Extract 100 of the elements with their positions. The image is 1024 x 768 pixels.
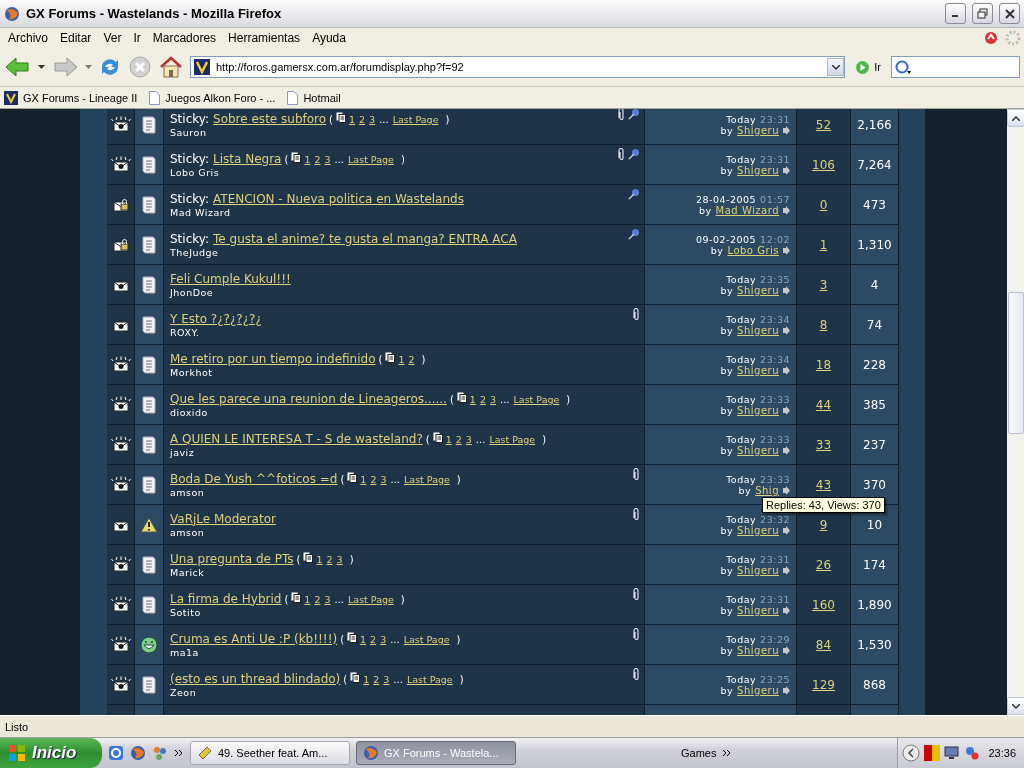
go-to-last-post-icon[interactable] (783, 645, 790, 655)
go-button[interactable]: Ir (851, 59, 885, 75)
scrollbar-thumb[interactable] (1007, 292, 1024, 434)
thread-title-link[interactable]: VaRjLe Moderator (170, 511, 276, 526)
page-link[interactable]: 2 (373, 673, 380, 685)
thread-title-link[interactable]: Boda De Yush ^^foticos =d (170, 471, 338, 486)
last-poster-link[interactable]: Shigeru (737, 524, 779, 536)
go-to-last-post-icon[interactable] (783, 165, 790, 175)
replies-link[interactable]: 43 (815, 477, 832, 492)
chevron-icon[interactable] (174, 748, 184, 758)
last-poster-link[interactable]: Shigeru (737, 444, 779, 456)
last-page-link[interactable]: Last Page (406, 673, 453, 685)
chevron-icon[interactable] (722, 748, 733, 758)
bookmark-link[interactable]: Juegos Alkon Foro - ... (149, 90, 276, 105)
last-poster-link[interactable]: Shigeru (737, 364, 779, 376)
thread-title-link[interactable]: ATENCION - Nueva politica en Wastelands (213, 191, 464, 206)
page-link[interactable]: 2 (359, 113, 366, 125)
go-to-last-post-icon[interactable] (783, 565, 790, 575)
back-arrow-icon[interactable] (4, 56, 32, 78)
page-link[interactable]: 3 (324, 153, 331, 165)
page-link[interactable]: 3 (383, 673, 390, 685)
replies-link[interactable]: 44 (815, 397, 832, 412)
replies-link[interactable]: 129 (812, 677, 835, 692)
menu-item[interactable]: Herramientas (222, 31, 307, 45)
replies-link[interactable]: 18 (815, 357, 832, 372)
last-page-link[interactable]: Last Page (403, 633, 450, 645)
thread-title-link[interactable]: Una pregunta de PTs (170, 551, 294, 566)
replies-link[interactable]: 1 (819, 237, 828, 252)
menu-item[interactable]: Ir (127, 31, 147, 45)
restore-button[interactable] (972, 3, 993, 24)
go-to-last-post-icon[interactable] (783, 605, 790, 615)
browser-icon[interactable] (108, 745, 124, 761)
page-link[interactable]: 1 (316, 553, 323, 565)
dropdown-button[interactable] (827, 58, 845, 76)
go-to-last-post-icon[interactable] (783, 445, 790, 455)
page-link[interactable]: 3 (489, 393, 496, 405)
taskbar-button[interactable]: 49. Seether feat. Am... (190, 741, 350, 765)
last-page-link[interactable]: Last Page (348, 153, 394, 165)
monitor-icon[interactable] (944, 745, 961, 761)
last-poster-link[interactable]: Mad Wizard (715, 204, 779, 216)
menu-item[interactable]: Ayuda (306, 31, 352, 45)
page-link[interactable]: 2 (408, 353, 415, 365)
menu-item[interactable]: Marcadores (146, 31, 223, 45)
last-poster-link[interactable]: Shigeru (737, 284, 779, 296)
close-button[interactable] (999, 3, 1020, 24)
go-to-last-post-icon[interactable] (783, 485, 790, 495)
last-poster-link[interactable]: Shigeru (737, 124, 779, 136)
last-poster-link[interactable]: Shig (755, 484, 779, 496)
replies-link[interactable]: 84 (815, 637, 832, 652)
page-link[interactable]: 2 (479, 393, 486, 405)
thread-title-link[interactable]: Te gusta el anime? te gusta el manga? ENTRA ACA (213, 231, 517, 246)
go-to-last-post-icon[interactable] (783, 525, 790, 535)
page-link[interactable]: 3 (465, 433, 472, 445)
thread-title-link[interactable]: (esto es un thread blindado) (170, 671, 341, 686)
go-to-last-post-icon[interactable] (783, 405, 790, 415)
page-link[interactable]: 1 (304, 153, 311, 165)
last-poster-link[interactable]: Shigeru (737, 564, 779, 576)
replies-link[interactable]: 0 (819, 197, 828, 212)
page-link[interactable]: 1 (304, 593, 311, 605)
go-to-last-post-icon[interactable] (783, 245, 790, 255)
last-page-link[interactable]: Last Page (489, 433, 536, 445)
thread-title-link[interactable]: Lista Negra (213, 151, 282, 166)
last-page-link[interactable]: Last Page (348, 593, 394, 605)
page-link[interactable]: 2 (370, 473, 377, 485)
thread-title-link[interactable]: A QUIEN LE INTERESA T - S de wasteland? (170, 431, 423, 446)
start-button[interactable]: Inicio (0, 738, 102, 768)
last-poster-link[interactable]: Shigeru (737, 604, 779, 616)
thread-title-link[interactable]: Feli Cumple Kukul!!! (170, 271, 291, 286)
page-link[interactable]: 1 (398, 353, 405, 365)
page-link[interactable]: 1 (360, 473, 367, 485)
replies-link[interactable]: 106 (812, 157, 835, 172)
go-to-last-post-icon[interactable] (783, 325, 790, 335)
go-to-last-post-icon[interactable] (783, 685, 790, 695)
home-icon[interactable] (158, 55, 184, 79)
replies-link[interactable]: 8 (819, 317, 828, 332)
page-link[interactable]: 1 (349, 113, 356, 125)
last-page-link[interactable]: Last Page (404, 473, 450, 485)
back-circle-icon[interactable] (902, 744, 921, 762)
replies-link[interactable]: 33 (815, 437, 832, 452)
last-page-link[interactable]: Last Page (513, 393, 560, 405)
replies-link[interactable]: 9 (819, 517, 828, 532)
last-poster-link[interactable]: Shigeru (737, 324, 779, 336)
page-link[interactable]: 2 (314, 153, 321, 165)
page-link[interactable]: 1 (469, 393, 476, 405)
menu-item[interactable]: Archivo (2, 31, 54, 45)
replies-link[interactable]: 52 (815, 117, 832, 132)
thread-title-link[interactable]: Sobre este subforo (213, 111, 327, 126)
page-link[interactable]: 1 (363, 673, 370, 685)
last-poster-link[interactable]: Shigeru (737, 644, 779, 656)
browser-icon[interactable] (130, 745, 146, 761)
address-field[interactable]: http://foros.gamersx.com.ar/forumdisplay.php?f=92 (190, 56, 846, 78)
last-poster-link[interactable]: Shigeru (737, 404, 779, 416)
bookmark-link[interactable]: GX Forums - Lineage II (4, 90, 138, 105)
page-link[interactable]: 2 (326, 553, 333, 565)
dropdown-icon[interactable] (38, 64, 45, 70)
thread-title-link[interactable]: Cruma es Anti Ue :P (kb!!!!) (170, 631, 338, 646)
thread-title-link[interactable]: Me retiro por un tiempo indefinido (170, 351, 376, 366)
last-poster-link[interactable]: Shigeru (737, 164, 779, 176)
menu-item[interactable]: Editar (54, 31, 98, 45)
bookmark-link[interactable]: Hotmail (287, 90, 341, 105)
